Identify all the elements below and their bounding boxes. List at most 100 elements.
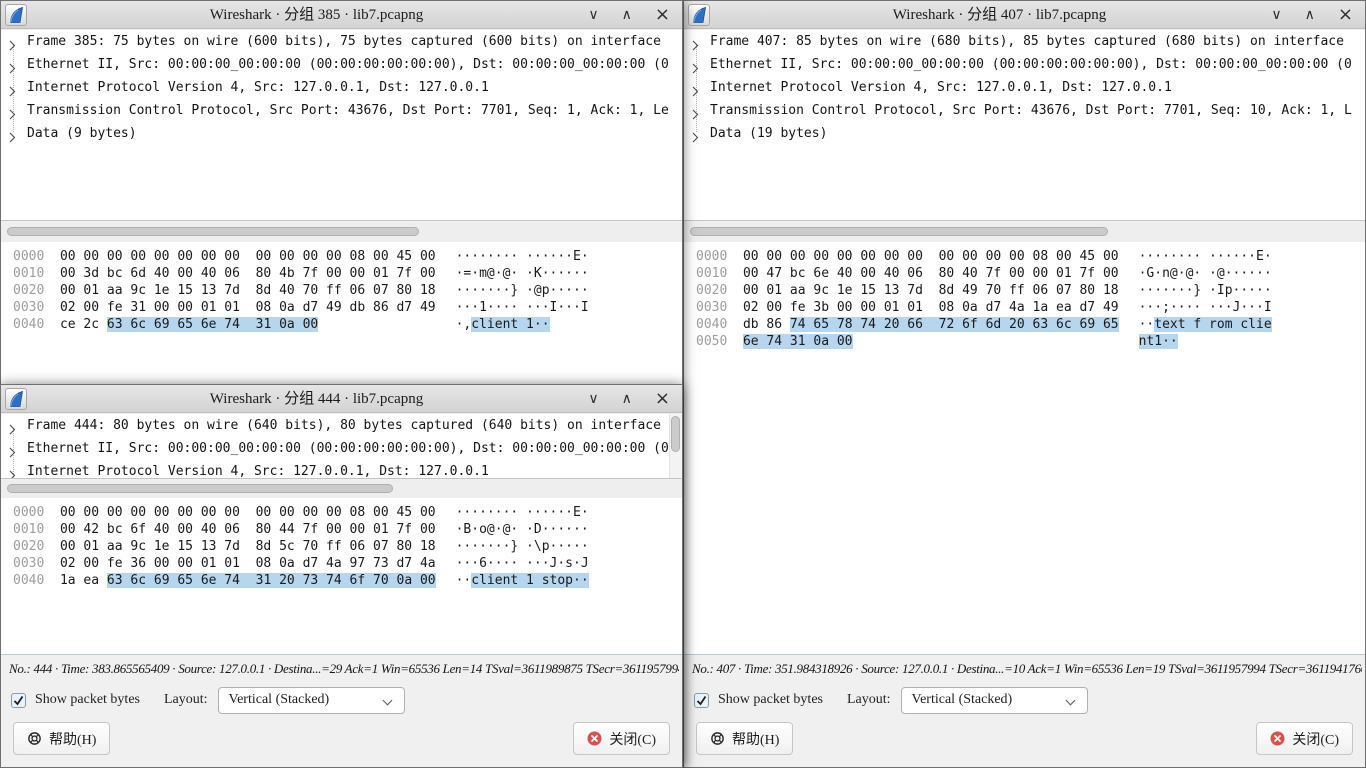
tree-row[interactable]: Transmission Control Protocol, Src Port:… [1, 99, 682, 122]
horizontal-scrollbar-thumb[interactable] [690, 227, 1108, 236]
tree-row[interactable]: Ethernet II, Src: 00:00:00_00:00:00 (00:… [684, 53, 1365, 76]
ascii-bytes[interactable]: ···1···· ···I···I [456, 300, 589, 315]
hex-row[interactable]: 003002 00 fe 31 00 00 01 01 08 0a d7 49 … [13, 299, 682, 316]
ascii-bytes[interactable]: ··client 1 stop·· [456, 573, 589, 588]
tree-row[interactable]: Ethernet II, Src: 00:00:00_00:00:00 (00:… [1, 53, 682, 76]
hex-bytes[interactable]: 6e 74 31 0a 00 [743, 333, 1119, 350]
expand-chevron-icon[interactable] [692, 82, 699, 99]
hex-bytes[interactable]: 02 00 fe 31 00 00 01 01 08 0a d7 49 db 8… [60, 299, 436, 316]
hex-row[interactable]: 00401a ea 63 6c 69 65 6e 74 31 20 73 74 … [13, 572, 682, 589]
layout-dropdown[interactable]: Vertical (Stacked) [901, 687, 1088, 714]
expand-chevron-icon[interactable] [692, 36, 699, 53]
vertical-scrollbar-thumb[interactable] [671, 416, 680, 452]
tree-row[interactable]: Frame 407: 85 bytes on wire (680 bits), … [684, 30, 1365, 53]
ascii-bytes[interactable]: ·······} ·\p····· [456, 539, 589, 554]
hex-row[interactable]: 000000 00 00 00 00 00 00 00 00 00 00 00 … [13, 504, 682, 521]
tree-row[interactable]: Frame 444: 80 bytes on wire (640 bits), … [1, 414, 682, 437]
hex-row[interactable]: 003002 00 fe 3b 00 00 01 01 08 0a d7 4a … [696, 299, 1365, 316]
help-button[interactable]: 帮助(H) [13, 722, 110, 755]
ascii-bytes[interactable]: ········ ······E· [456, 505, 589, 520]
tree-row[interactable]: Internet Protocol Version 4, Src: 127.0.… [684, 76, 1365, 99]
close-window-icon[interactable]: × [1338, 1, 1353, 29]
hex-bytes[interactable]: 00 00 00 00 00 00 00 00 00 00 00 00 08 0… [743, 248, 1119, 265]
hex-bytes[interactable]: 1a ea 63 6c 69 65 6e 74 31 20 73 74 6f 7… [60, 572, 436, 589]
hex-bytes[interactable]: 00 00 00 00 00 00 00 00 00 00 00 00 08 0… [60, 248, 436, 265]
hex-row[interactable]: 003002 00 fe 36 00 00 01 01 08 0a d7 4a … [13, 555, 682, 572]
expand-chevron-icon[interactable] [692, 105, 699, 122]
ascii-bytes[interactable]: ···6···· ···J·s·J [456, 556, 589, 571]
hex-row[interactable]: 001000 3d bc 6d 40 00 40 06 80 4b 7f 00 … [13, 265, 682, 282]
hex-bytes[interactable]: 02 00 fe 36 00 00 01 01 08 0a d7 4a 97 7… [60, 555, 436, 572]
hex-row[interactable]: 00506e 74 31 0a 00nt1·· [696, 333, 1365, 350]
hex-row[interactable]: 001000 47 bc 6e 40 00 40 06 80 40 7f 00 … [696, 265, 1365, 282]
titlebar[interactable]: Wireshark · 分组 385 · lib7.pcapng ∨ ∧ × [1, 1, 682, 29]
close-button[interactable]: 关闭(C) [573, 722, 670, 755]
unshade-window-icon[interactable]: ∧ [1305, 1, 1315, 29]
expand-chevron-icon[interactable] [9, 420, 16, 437]
hex-bytes[interactable]: 00 00 00 00 00 00 00 00 00 00 00 00 08 0… [60, 504, 436, 521]
tree-row[interactable]: Transmission Control Protocol, Src Port:… [684, 99, 1365, 122]
tree-row[interactable]: Internet Protocol Version 4, Src: 127.0.… [1, 76, 682, 99]
hex-bytes[interactable]: 00 01 aa 9c 1e 15 13 7d 8d 5c 70 ff 06 0… [60, 538, 436, 555]
unshade-window-icon[interactable]: ∧ [622, 1, 632, 29]
close-window-icon[interactable]: × [655, 1, 670, 29]
wireshark-logo-icon[interactable] [5, 4, 27, 26]
ascii-bytes[interactable]: nt1·· [1139, 334, 1178, 349]
tree-row[interactable]: Internet Protocol Version 4, Src: 127.0.… [1, 460, 682, 479]
shade-window-icon[interactable]: ∨ [588, 385, 598, 413]
hex-row[interactable]: 0040ce 2c 63 6c 69 65 6e 74 31 0a 00·,cl… [13, 316, 682, 333]
expand-chevron-icon[interactable] [692, 128, 699, 145]
expand-chevron-icon[interactable] [9, 128, 16, 145]
hex-row[interactable]: 0040db 86 74 65 78 74 20 66 72 6f 6d 20 … [696, 316, 1365, 333]
ascii-bytes[interactable]: ·G·n@·@· ·@······ [1139, 266, 1272, 281]
ascii-bytes[interactable]: ·······} ·@p····· [456, 283, 589, 298]
ascii-bytes[interactable]: ·······} ·Ip····· [1139, 283, 1272, 298]
titlebar[interactable]: Wireshark · 分组 407 · lib7.pcapng ∨ ∧ × [684, 1, 1365, 29]
hex-bytes[interactable]: 00 47 bc 6e 40 00 40 06 80 40 7f 00 00 0… [743, 265, 1119, 282]
shade-window-icon[interactable]: ∨ [1271, 1, 1281, 29]
show-packet-bytes-checkbox[interactable] [11, 693, 26, 708]
wireshark-logo-icon[interactable] [5, 388, 27, 410]
horizontal-scrollbar-thumb[interactable] [7, 227, 419, 236]
wireshark-logo-icon[interactable] [688, 4, 710, 26]
tree-row[interactable]: Frame 385: 75 bytes on wire (600 bits), … [1, 30, 682, 53]
hex-bytes[interactable]: 00 01 aa 9c 1e 15 13 7d 8d 40 70 ff 06 0… [60, 282, 436, 299]
help-button[interactable]: 帮助(H) [696, 722, 793, 755]
hex-bytes[interactable]: 02 00 fe 3b 00 00 01 01 08 0a d7 4a 1a e… [743, 299, 1119, 316]
hex-row[interactable]: 000000 00 00 00 00 00 00 00 00 00 00 00 … [13, 248, 682, 265]
tree-row[interactable]: Data (19 bytes) [684, 122, 1365, 145]
hex-row[interactable]: 000000 00 00 00 00 00 00 00 00 00 00 00 … [696, 248, 1365, 265]
ascii-bytes[interactable]: ·,client 1·· [456, 317, 550, 332]
ascii-bytes[interactable]: ··text f rom clie [1139, 317, 1272, 332]
tree-row[interactable]: Ethernet II, Src: 00:00:00_00:00:00 (00:… [1, 437, 682, 460]
expand-chevron-icon[interactable] [9, 36, 16, 53]
hex-row[interactable]: 002000 01 aa 9c 1e 15 13 7d 8d 49 70 ff … [696, 282, 1365, 299]
expand-chevron-icon[interactable] [9, 443, 16, 460]
hex-bytes[interactable]: 00 3d bc 6d 40 00 40 06 80 4b 7f 00 00 0… [60, 265, 436, 282]
hex-row[interactable]: 001000 42 bc 6f 40 00 40 06 80 44 7f 00 … [13, 521, 682, 538]
layout-dropdown[interactable]: Vertical (Stacked) [218, 687, 405, 714]
expand-chevron-icon[interactable] [9, 466, 16, 479]
ascii-bytes[interactable]: ········ ······E· [1139, 249, 1272, 264]
close-window-icon[interactable]: × [655, 385, 670, 413]
hex-row[interactable]: 002000 01 aa 9c 1e 15 13 7d 8d 5c 70 ff … [13, 538, 682, 555]
ascii-bytes[interactable]: ········ ······E· [456, 249, 589, 264]
unshade-window-icon[interactable]: ∧ [622, 385, 632, 413]
hex-row[interactable]: 002000 01 aa 9c 1e 15 13 7d 8d 40 70 ff … [13, 282, 682, 299]
close-button[interactable]: 关闭(C) [1256, 722, 1353, 755]
hex-bytes[interactable]: 00 01 aa 9c 1e 15 13 7d 8d 49 70 ff 06 0… [743, 282, 1119, 299]
ascii-bytes[interactable]: ···;···· ···J···I [1139, 300, 1272, 315]
expand-chevron-icon[interactable] [9, 105, 16, 122]
show-packet-bytes-checkbox[interactable] [694, 693, 709, 708]
shade-window-icon[interactable]: ∨ [588, 1, 598, 29]
expand-chevron-icon[interactable] [9, 59, 16, 76]
hex-bytes[interactable]: 00 42 bc 6f 40 00 40 06 80 44 7f 00 00 0… [60, 521, 436, 538]
expand-chevron-icon[interactable] [9, 82, 16, 99]
titlebar[interactable]: Wireshark · 分组 444 · lib7.pcapng ∨ ∧ × [1, 385, 682, 413]
ascii-bytes[interactable]: ·=·m@·@· ·K······ [456, 266, 589, 281]
hex-bytes[interactable]: ce 2c 63 6c 69 65 6e 74 31 0a 00 [60, 316, 436, 333]
tree-row[interactable]: Data (9 bytes) [1, 122, 682, 145]
expand-chevron-icon[interactable] [692, 59, 699, 76]
horizontal-scrollbar-thumb[interactable] [7, 484, 393, 493]
ascii-bytes[interactable]: ·B·o@·@· ·D······ [456, 522, 589, 537]
